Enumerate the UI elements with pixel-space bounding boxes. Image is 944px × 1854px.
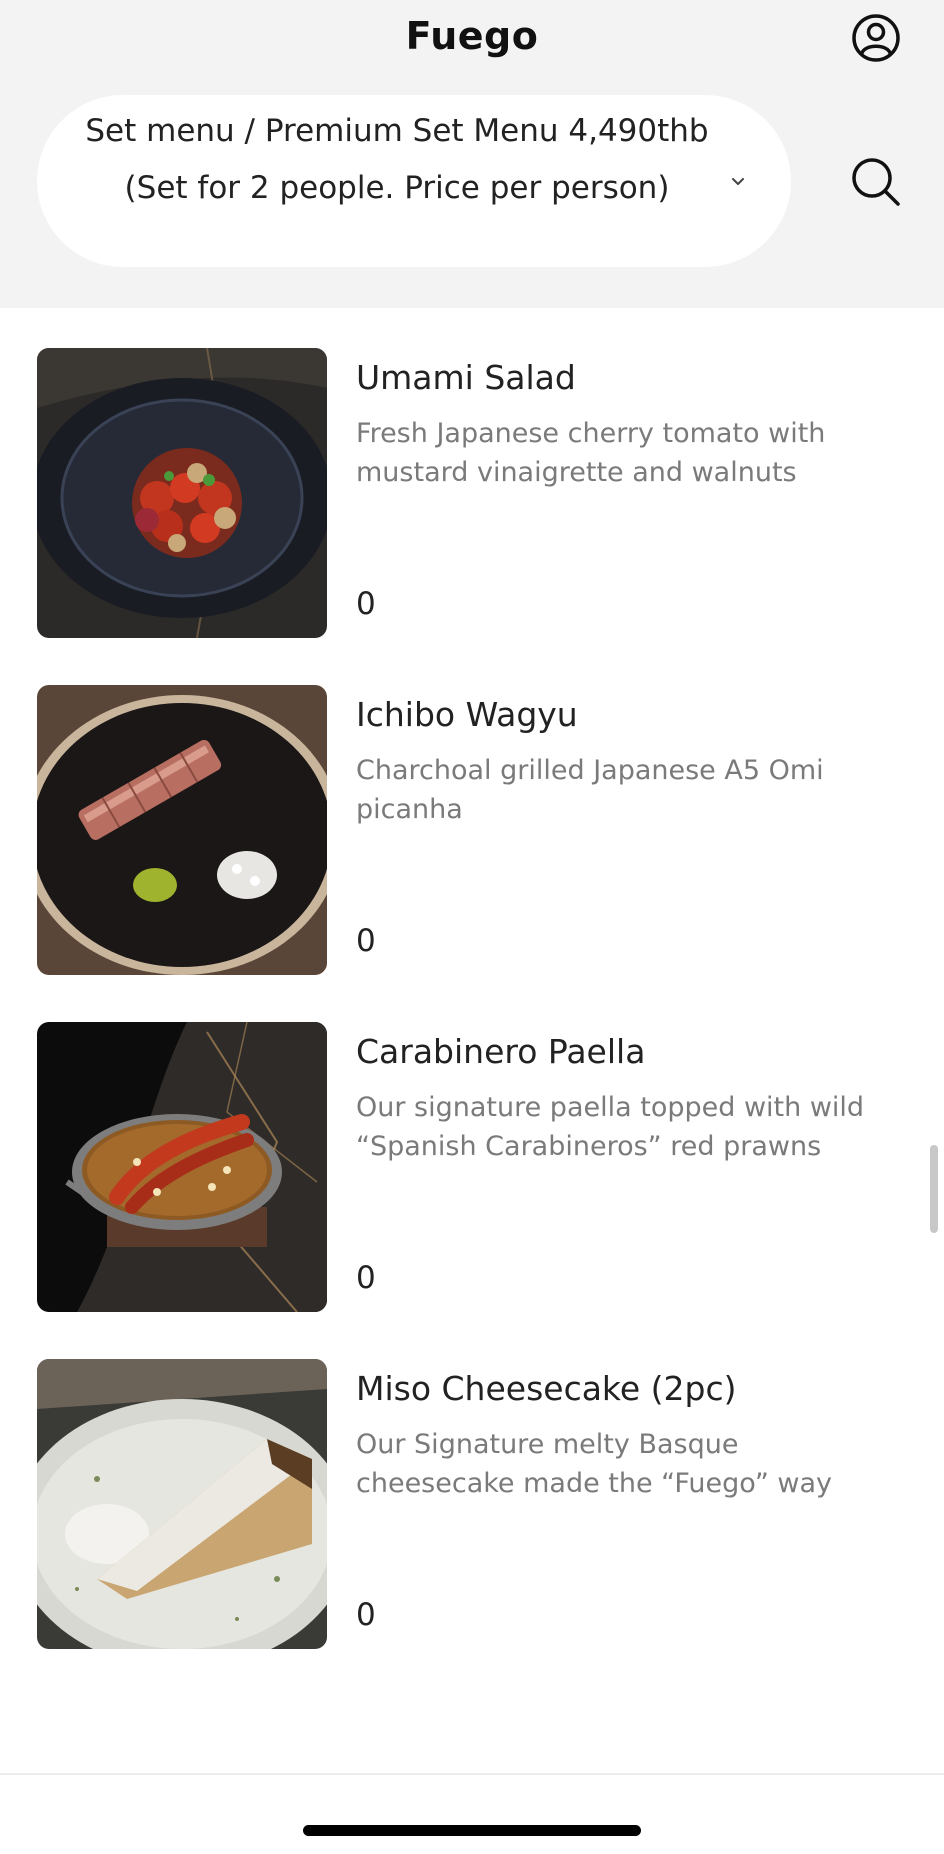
profile-button[interactable] (850, 12, 902, 64)
menu-item[interactable]: Carabinero Paella Our signature paella t… (0, 982, 944, 1312)
scrollbar[interactable] (930, 1145, 938, 1233)
dish-photo (37, 1359, 327, 1649)
dish-description: Charchoal grilled Japanese A5 Omi picanh… (356, 755, 824, 825)
chevron-down-icon (732, 178, 744, 185)
dish-name: Umami Salad (356, 358, 576, 397)
user-circle-icon (852, 14, 900, 62)
dish-description: Our signature paella topped with wild “S… (356, 1092, 865, 1162)
bottom-bar (0, 1773, 944, 1854)
menu-item[interactable]: Umami Salad Fresh Japanese cherry tomato… (0, 308, 944, 638)
dish-quantity: 0 (356, 1597, 376, 1633)
menu-list: Umami Salad Fresh Japanese cherry tomato… (0, 308, 944, 1773)
dish-quantity: 0 (356, 923, 376, 959)
dish-description: Fresh Japanese cherry tomato with mustar… (356, 418, 826, 488)
menu-item[interactable]: Miso Cheesecake (2pc) Our Signature melt… (0, 1319, 944, 1649)
dish-name: Carabinero Paella (356, 1032, 646, 1071)
dish-photo (37, 685, 327, 975)
home-indicator[interactable] (303, 1825, 641, 1836)
dish-photo (37, 348, 327, 638)
app-header: Fuego Set menu / Premium Set Menu 4,490t… (0, 0, 944, 308)
dish-name: Miso Cheesecake (2pc) (356, 1369, 737, 1408)
category-select[interactable]: Set menu / Premium Set Menu 4,490thb (Se… (37, 95, 791, 267)
category-select-value: Set menu / Premium Set Menu 4,490thb (Se… (85, 113, 709, 206)
menu-item[interactable]: Ichibo Wagyu Charchoal grilled Japanese … (0, 645, 944, 975)
dish-quantity: 0 (356, 586, 376, 622)
search-icon (852, 158, 900, 206)
dish-description: Our Signature melty Basque cheesecake ma… (356, 1429, 832, 1499)
dish-photo (37, 1022, 327, 1312)
dish-name: Ichibo Wagyu (356, 695, 578, 734)
app-title: Fuego (405, 14, 539, 58)
search-button[interactable] (848, 154, 904, 210)
dish-quantity: 0 (356, 1260, 376, 1296)
